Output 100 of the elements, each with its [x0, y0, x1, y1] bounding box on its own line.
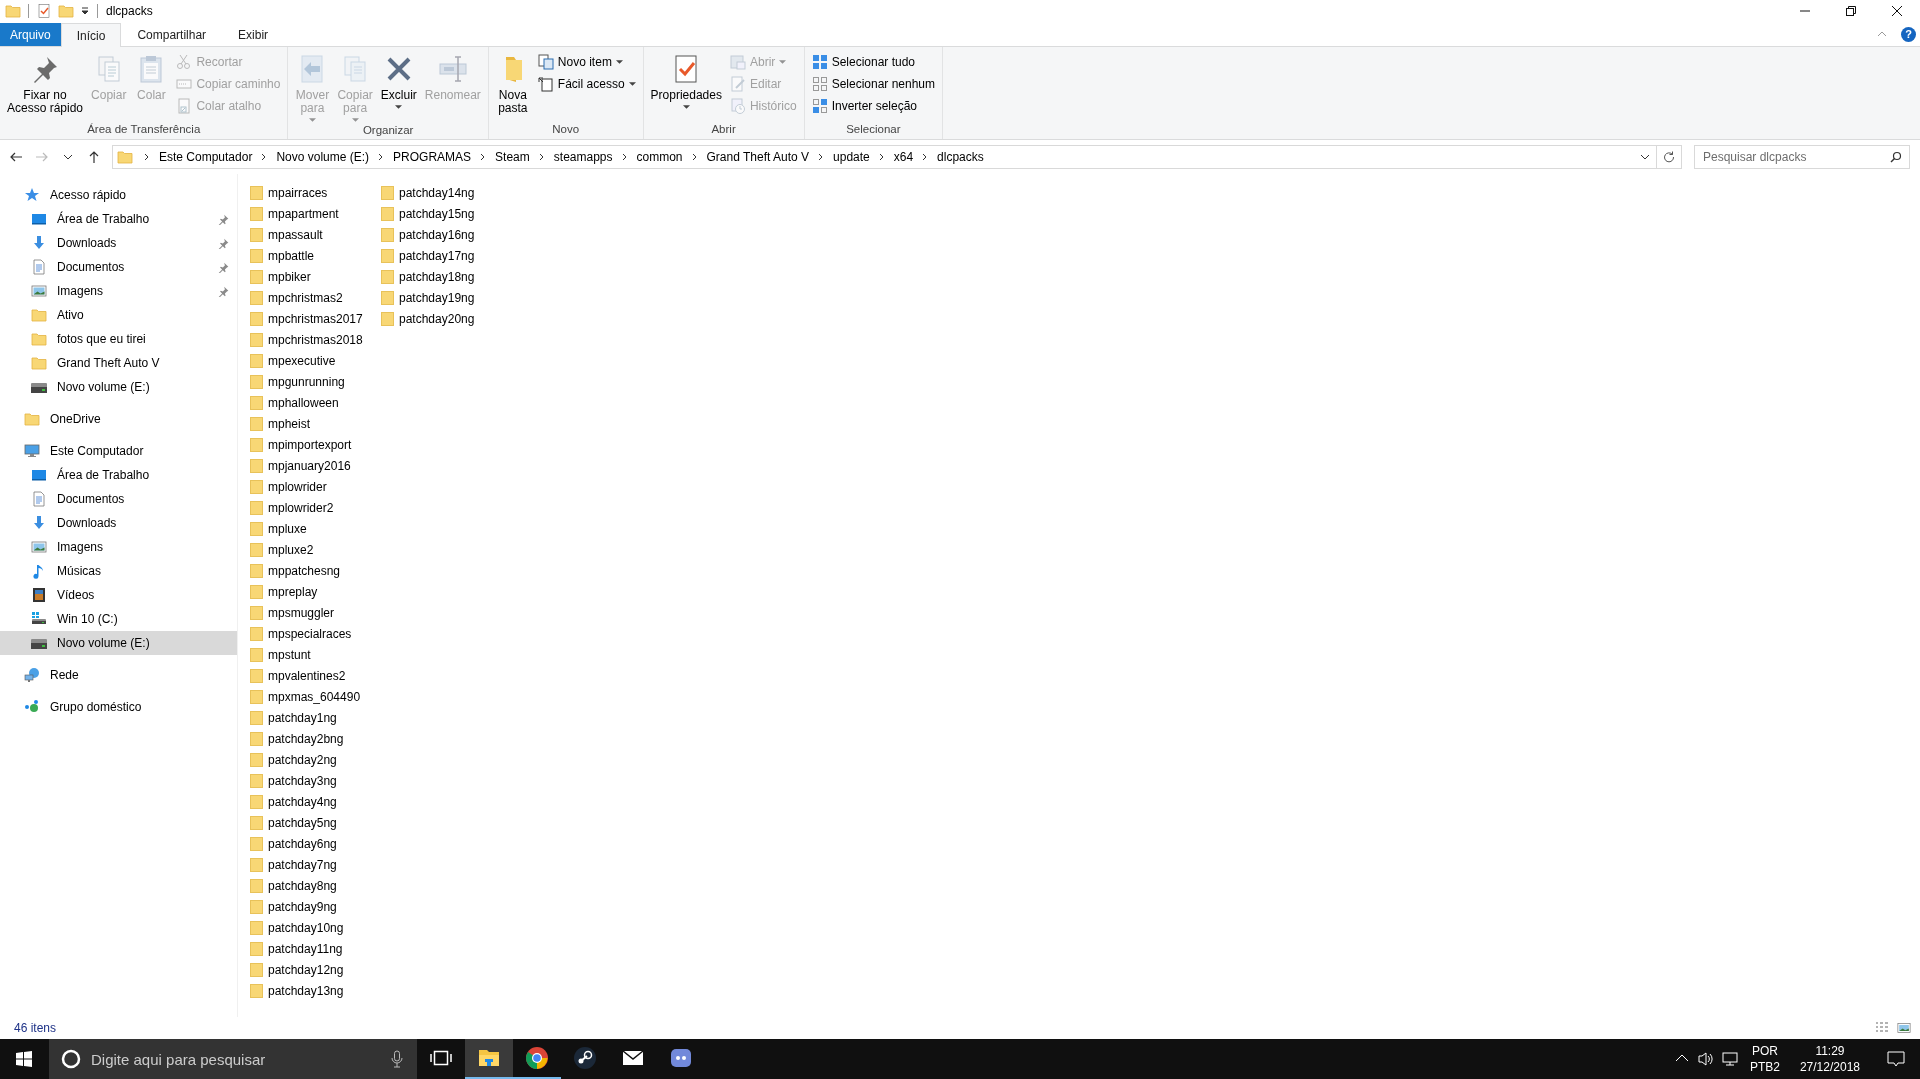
folder-item[interactable]: mpspecialraces — [248, 623, 379, 644]
folder-item[interactable]: patchday20ng — [379, 308, 510, 329]
search-field[interactable]: Pesquisar dlcpacks — [1694, 145, 1910, 169]
ribbon-button[interactable]: Excluir — [377, 51, 420, 111]
nav-pane-item[interactable]: Documentos — [0, 255, 237, 279]
folder-item[interactable]: patchday6ng — [248, 833, 379, 854]
nav-pane-item[interactable]: Imagens — [0, 535, 237, 559]
ribbon-button[interactable]: Selecionar tudo — [808, 52, 939, 72]
folder-item[interactable]: mpheist — [248, 413, 379, 434]
ribbon-tab[interactable]: Arquivo — [0, 23, 61, 46]
nav-pane-item[interactable]: Downloads — [0, 511, 237, 535]
clock-button[interactable]: 11:29 27/12/2018 — [1787, 1039, 1872, 1079]
taskbar-app-button[interactable] — [465, 1039, 513, 1079]
nav-pane-item[interactable]: Área de Trabalho — [0, 207, 237, 231]
folder-item[interactable]: mpsmuggler — [248, 602, 379, 623]
help-button[interactable]: ? — [1901, 27, 1916, 42]
breadcrumb[interactable]: Este Computador — [159, 150, 253, 164]
folder-item[interactable]: patchday2bng — [248, 728, 379, 749]
ribbon-tab[interactable]: Início — [60, 23, 122, 47]
breadcrumb[interactable]: Novo volume (E:) — [276, 150, 370, 164]
folder-item[interactable]: mpluxe2 — [248, 539, 379, 560]
nav-pane-item[interactable]: Downloads — [0, 231, 237, 255]
address-bar[interactable]: Este Computador Novo volume (E:) PROGRAMAS Steam steamapps common Grand Theft Auto V update x64 dlcpacks — [112, 145, 1682, 169]
folder-item[interactable]: patchday15ng — [379, 203, 510, 224]
breadcrumb[interactable]: steamapps — [553, 150, 613, 164]
folder-item[interactable]: patchday18ng — [379, 266, 510, 287]
folder-item[interactable]: mpbiker — [248, 266, 379, 287]
folder-item[interactable]: mpbattle — [248, 245, 379, 266]
breadcrumb[interactable]: Steam — [495, 150, 530, 164]
nav-pane-item[interactable]: OneDrive — [0, 407, 237, 431]
folder-item[interactable]: mpapartment — [248, 203, 379, 224]
nav-pane-item[interactable]: Win 10 (C:) — [0, 607, 237, 631]
folder-item[interactable]: patchday10ng — [248, 917, 379, 938]
ribbon-tab[interactable]: Compartilhar — [121, 23, 223, 46]
nav-pane-item[interactable]: Novo volume (E:) — [0, 631, 237, 655]
taskbar-search-field[interactable]: Digite aqui para pesquisar — [49, 1039, 417, 1079]
group-label: Área de Transferência — [86, 123, 202, 137]
folder-item[interactable]: patchday14ng — [379, 182, 510, 203]
folder-icon — [250, 667, 264, 684]
folder-item[interactable]: mpgunrunning — [248, 371, 379, 392]
folder-item[interactable]: patchday8ng — [248, 875, 379, 896]
ribbon-button[interactable]: Fácil acesso — [534, 74, 639, 94]
nav-pane-item[interactable]: Ativo — [0, 303, 237, 327]
folder-item[interactable]: mpchristmas2 — [248, 287, 379, 308]
folder-item[interactable]: patchday9ng — [248, 896, 379, 917]
breadcrumb[interactable]: PROGRAMAS — [393, 150, 472, 164]
folder-item[interactable]: mpexecutive — [248, 350, 379, 371]
folder-item[interactable]: mpairraces — [248, 182, 379, 203]
nav-pane-item[interactable]: fotos que eu tirei — [0, 327, 237, 351]
ribbon-button[interactable]: Selecionar nenhum — [808, 74, 939, 94]
folder-item[interactable]: mppatchesng — [248, 560, 379, 581]
folder-item[interactable]: mpxmas_604490 — [248, 686, 379, 707]
folder-icon — [250, 247, 264, 264]
folder-item[interactable]: patchday4ng — [248, 791, 379, 812]
folder-item[interactable]: mpjanuary2016 — [248, 455, 379, 476]
folder-item[interactable]: patchday16ng — [379, 224, 510, 245]
folder-item[interactable]: mplowrider2 — [248, 497, 379, 518]
nav-pane-item[interactable]: Grupo doméstico — [0, 695, 237, 719]
nav-pane-item[interactable]: Músicas — [0, 559, 237, 583]
folder-item[interactable]: patchday1ng — [248, 707, 379, 728]
folder-item[interactable]: mpluxe — [248, 518, 379, 539]
nav-pane-item[interactable]: Documentos — [0, 487, 237, 511]
ribbon-button[interactable]: Novo item — [534, 52, 639, 72]
folder-item[interactable]: mpimportexport — [248, 434, 379, 455]
folder-item[interactable]: mpvalentines2 — [248, 665, 379, 686]
nav-pane-item[interactable]: Vídeos — [0, 583, 237, 607]
nav-pane-item[interactable]: Rede — [0, 663, 237, 687]
folder-item[interactable]: mplowrider — [248, 476, 379, 497]
ribbon-button[interactable]: Inverter seleção — [808, 96, 939, 116]
breadcrumb[interactable]: common — [636, 150, 683, 164]
ribbon-button[interactable]: Propriedades — [647, 51, 725, 111]
folder-item[interactable]: mpchristmas2017 — [248, 308, 379, 329]
folder-item[interactable]: patchday3ng — [248, 770, 379, 791]
folder-item[interactable]: patchday11ng — [248, 938, 379, 959]
folder-item[interactable]: patchday7ng — [248, 854, 379, 875]
nav-pane-item[interactable]: Novo volume (E:) — [0, 375, 237, 399]
nav-pane-item[interactable]: Área de Trabalho — [0, 463, 237, 487]
folder-item[interactable]: patchday2ng — [248, 749, 379, 770]
nav-pane-item[interactable]: Este Computador — [0, 439, 237, 463]
nav-pane-item[interactable]: Acesso rápido — [0, 183, 237, 207]
folder-item[interactable]: mpassault — [248, 224, 379, 245]
nav-pane-item[interactable]: Imagens — [0, 279, 237, 303]
ribbon-button[interactable]: Nova pasta — [492, 51, 533, 117]
folder-item[interactable]: mpstunt — [248, 644, 379, 665]
breadcrumb[interactable]: dlcpacks — [937, 150, 984, 164]
folder-item[interactable]: mpchristmas2018 — [248, 329, 379, 350]
folder-item[interactable]: mpreplay — [248, 581, 379, 602]
folder-item[interactable]: patchday19ng — [379, 287, 510, 308]
breadcrumb[interactable]: x64 — [893, 150, 914, 164]
input-language-button[interactable]: POR PTB2 — [1741, 1039, 1788, 1079]
breadcrumb[interactable]: update — [833, 150, 870, 164]
folder-item[interactable]: mphalloween — [248, 392, 379, 413]
folder-item[interactable]: patchday13ng — [248, 980, 379, 1001]
folder-item[interactable]: patchday12ng — [248, 959, 379, 980]
folder-item[interactable]: patchday5ng — [248, 812, 379, 833]
breadcrumb[interactable]: Grand Theft Auto V — [706, 150, 810, 164]
folder-item[interactable]: patchday17ng — [379, 245, 510, 266]
ribbon-button[interactable]: Fixar no Acesso rápido — [4, 51, 87, 117]
nav-pane-item[interactable]: Grand Theft Auto V — [0, 351, 237, 375]
ribbon-tab[interactable]: Exibir — [222, 23, 285, 46]
